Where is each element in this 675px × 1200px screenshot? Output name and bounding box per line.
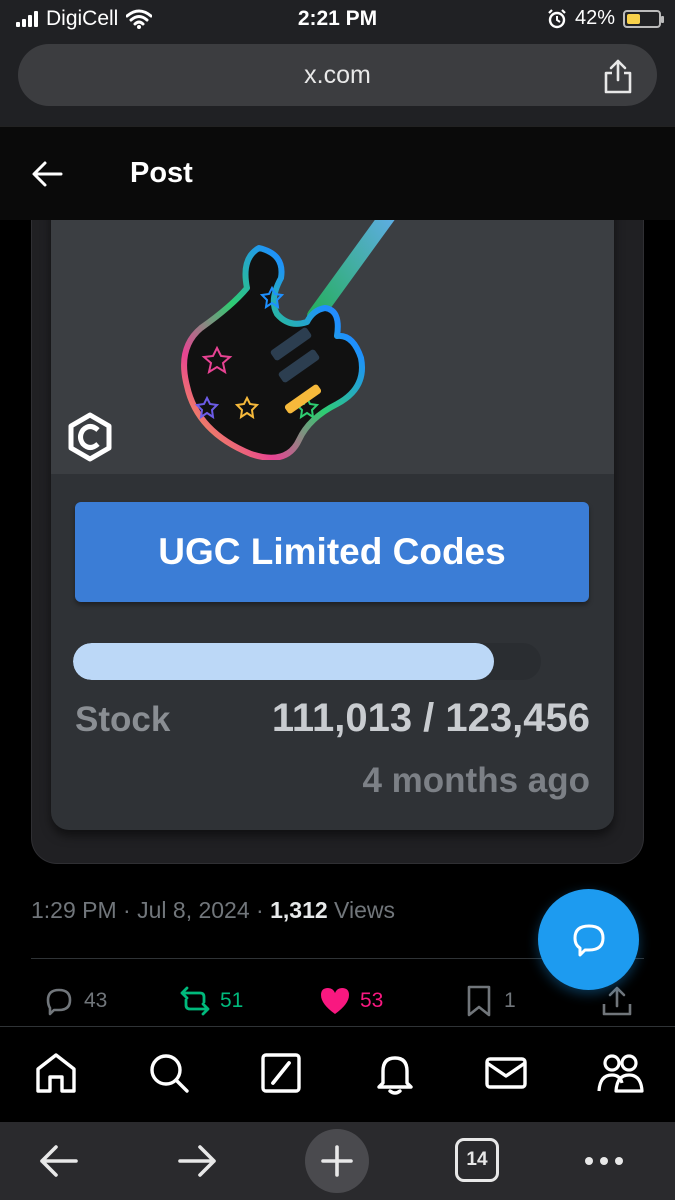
messages-icon[interactable] <box>482 1049 530 1097</box>
post-time: 1:29 PM <box>31 897 117 923</box>
notifications-icon[interactable] <box>371 1049 419 1097</box>
battery-percent: 42% <box>574 7 615 29</box>
share-icon <box>602 986 632 1016</box>
post-timestamp: 1:29 PM · Jul 8, 2024 · 1,312 Views <box>31 897 395 924</box>
app-header: Post <box>0 126 675 220</box>
like-button[interactable]: 53 <box>318 984 383 1018</box>
home-icon[interactable] <box>32 1049 80 1097</box>
stock-label: Stock <box>75 700 171 739</box>
post-date: Jul 8, 2024 <box>137 897 250 923</box>
meta-separator: · <box>256 897 264 923</box>
views-label: Views <box>334 897 395 923</box>
ugc-card[interactable]: UGC Limited Codes Stock 111,013 / 123,45… <box>51 200 614 830</box>
browser-address-area: x.com <box>0 38 675 126</box>
reply-icon <box>46 988 72 1016</box>
card-image <box>51 200 614 474</box>
communities-icon[interactable] <box>596 1049 644 1097</box>
bookmark-icon <box>467 985 491 1017</box>
status-bar: DigiCell 2:21 PM 42% <box>0 0 675 38</box>
reply-count: 43 <box>84 989 108 1012</box>
brand-logo <box>68 412 112 462</box>
repost-button[interactable]: 51 <box>178 984 243 1018</box>
stock-progress-fill <box>73 643 494 680</box>
reply-fab[interactable] <box>538 889 639 990</box>
share-icon[interactable] <box>601 58 635 94</box>
back-arrow-icon[interactable] <box>30 159 64 189</box>
reply-button[interactable]: 43 <box>42 984 107 1018</box>
page-title: Post <box>130 157 193 189</box>
compose-reply-icon <box>573 924 604 956</box>
more-icon[interactable] <box>582 1138 626 1184</box>
forward-arrow-icon[interactable] <box>176 1138 220 1184</box>
bookmark-count: 1 <box>504 989 516 1012</box>
alarm-icon <box>548 8 566 28</box>
stock-value: 111,013 / 123,456 <box>271 696 590 740</box>
meta-separator: · <box>123 897 131 923</box>
grok-icon[interactable] <box>257 1049 305 1097</box>
search-icon[interactable] <box>145 1049 193 1097</box>
repost-count: 51 <box>220 989 244 1012</box>
url-text[interactable]: x.com <box>18 61 657 90</box>
back-arrow-icon[interactable] <box>36 1138 80 1184</box>
views-count: 1,312 <box>270 897 328 923</box>
stock-progress-bar <box>73 643 541 680</box>
ugc-limited-codes-button[interactable]: UGC Limited Codes <box>75 502 589 602</box>
bookmark-button[interactable]: 1 <box>462 984 516 1018</box>
new-tab-button[interactable] <box>305 1129 369 1193</box>
stock-time-ago: 4 months ago <box>362 761 590 800</box>
open-tabs-count: 14 <box>466 1149 488 1170</box>
share-post-button[interactable] <box>600 984 634 1018</box>
like-count: 53 <box>360 989 384 1012</box>
heart-icon <box>321 988 349 1014</box>
browser-toolbar: 14 <box>0 1122 675 1200</box>
bottom-tab-bar <box>0 1026 675 1122</box>
address-bar[interactable]: x.com <box>18 44 657 106</box>
repost-icon <box>180 986 210 1016</box>
battery-icon <box>623 9 664 28</box>
guitar-illustration <box>181 218 396 460</box>
tabs-icon[interactable]: 14 <box>455 1138 499 1182</box>
plus-icon <box>321 1145 353 1177</box>
